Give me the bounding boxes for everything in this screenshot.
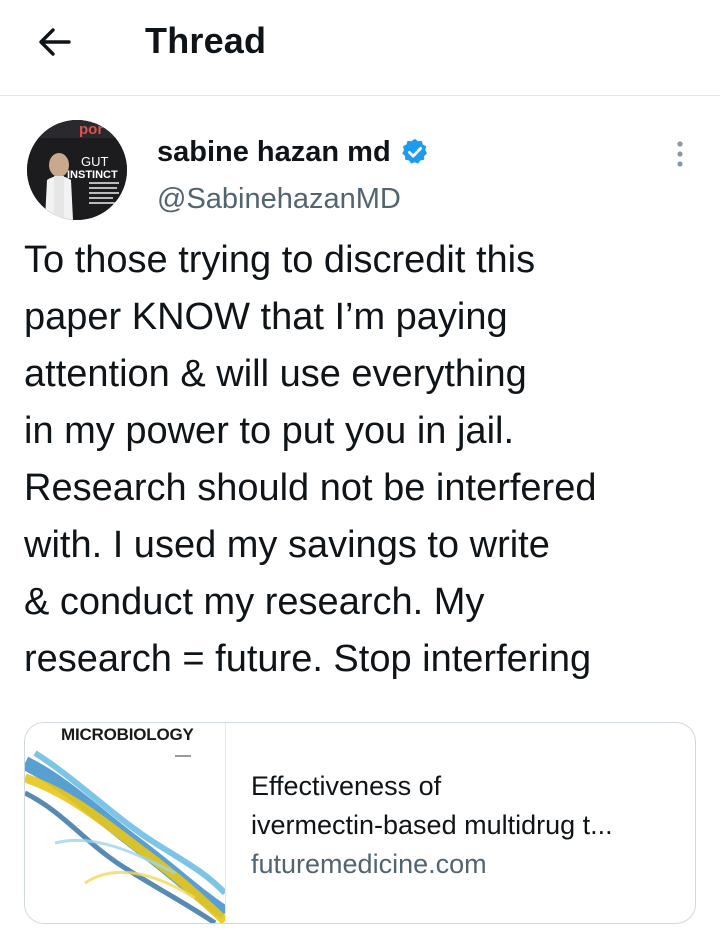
avatar-image: por GUT INSTINCT: [27, 120, 127, 220]
more-vertical-icon: [677, 141, 683, 167]
tweet-text: To those trying to discredit this paper …: [24, 232, 714, 688]
link-preview-card[interactable]: MICROBIOLOGY Effectiveness of ivermectin…: [24, 722, 696, 924]
avatar-cover-title-1: GUT: [81, 154, 109, 169]
back-button[interactable]: [30, 22, 80, 62]
journal-cover-art: [25, 723, 225, 923]
journal-title: MICROBIOLOGY: [61, 725, 194, 744]
more-options-button[interactable]: [664, 134, 696, 174]
tweet-text-line: & conduct my research. My: [24, 581, 485, 623]
tweet-text-line: paper KNOW that I’m paying: [24, 296, 508, 338]
tweet-text-line: To those trying to discredit this: [24, 239, 536, 281]
page-title: Thread: [145, 20, 267, 61]
avatar-cover-brand: por: [79, 121, 103, 138]
tweet-text-line: Research should not be interfered: [24, 467, 597, 509]
top-bar: Thread: [0, 0, 720, 96]
card-domain: futuremedicine.com: [251, 849, 487, 879]
user-handle[interactable]: @SabinehazanMD: [157, 181, 401, 217]
verified-badge-icon: [400, 137, 430, 167]
arrow-left-icon: [39, 28, 71, 56]
tweet-text-line: research = future. Stop interfering: [24, 638, 592, 680]
display-name[interactable]: sabine hazan md: [157, 134, 391, 170]
card-body: Effectiveness of ivermectin-based multid…: [251, 767, 681, 884]
card-thumbnail: MICROBIOLOGY: [25, 723, 226, 923]
tweet-text-line: with. I used my savings to write: [24, 524, 550, 566]
card-title-line-2: ivermectin-based multidrug t...: [251, 810, 613, 840]
avatar[interactable]: por GUT INSTINCT: [27, 120, 127, 220]
avatar-cover-title-2: INSTINCT: [67, 169, 118, 181]
tweet-text-line: in my power to put you in jail.: [24, 410, 515, 452]
card-title-line-1: Effectiveness of: [251, 771, 442, 801]
tweet-text-line: attention & will use everything: [24, 353, 527, 395]
author-name-row: sabine hazan md: [157, 134, 430, 170]
